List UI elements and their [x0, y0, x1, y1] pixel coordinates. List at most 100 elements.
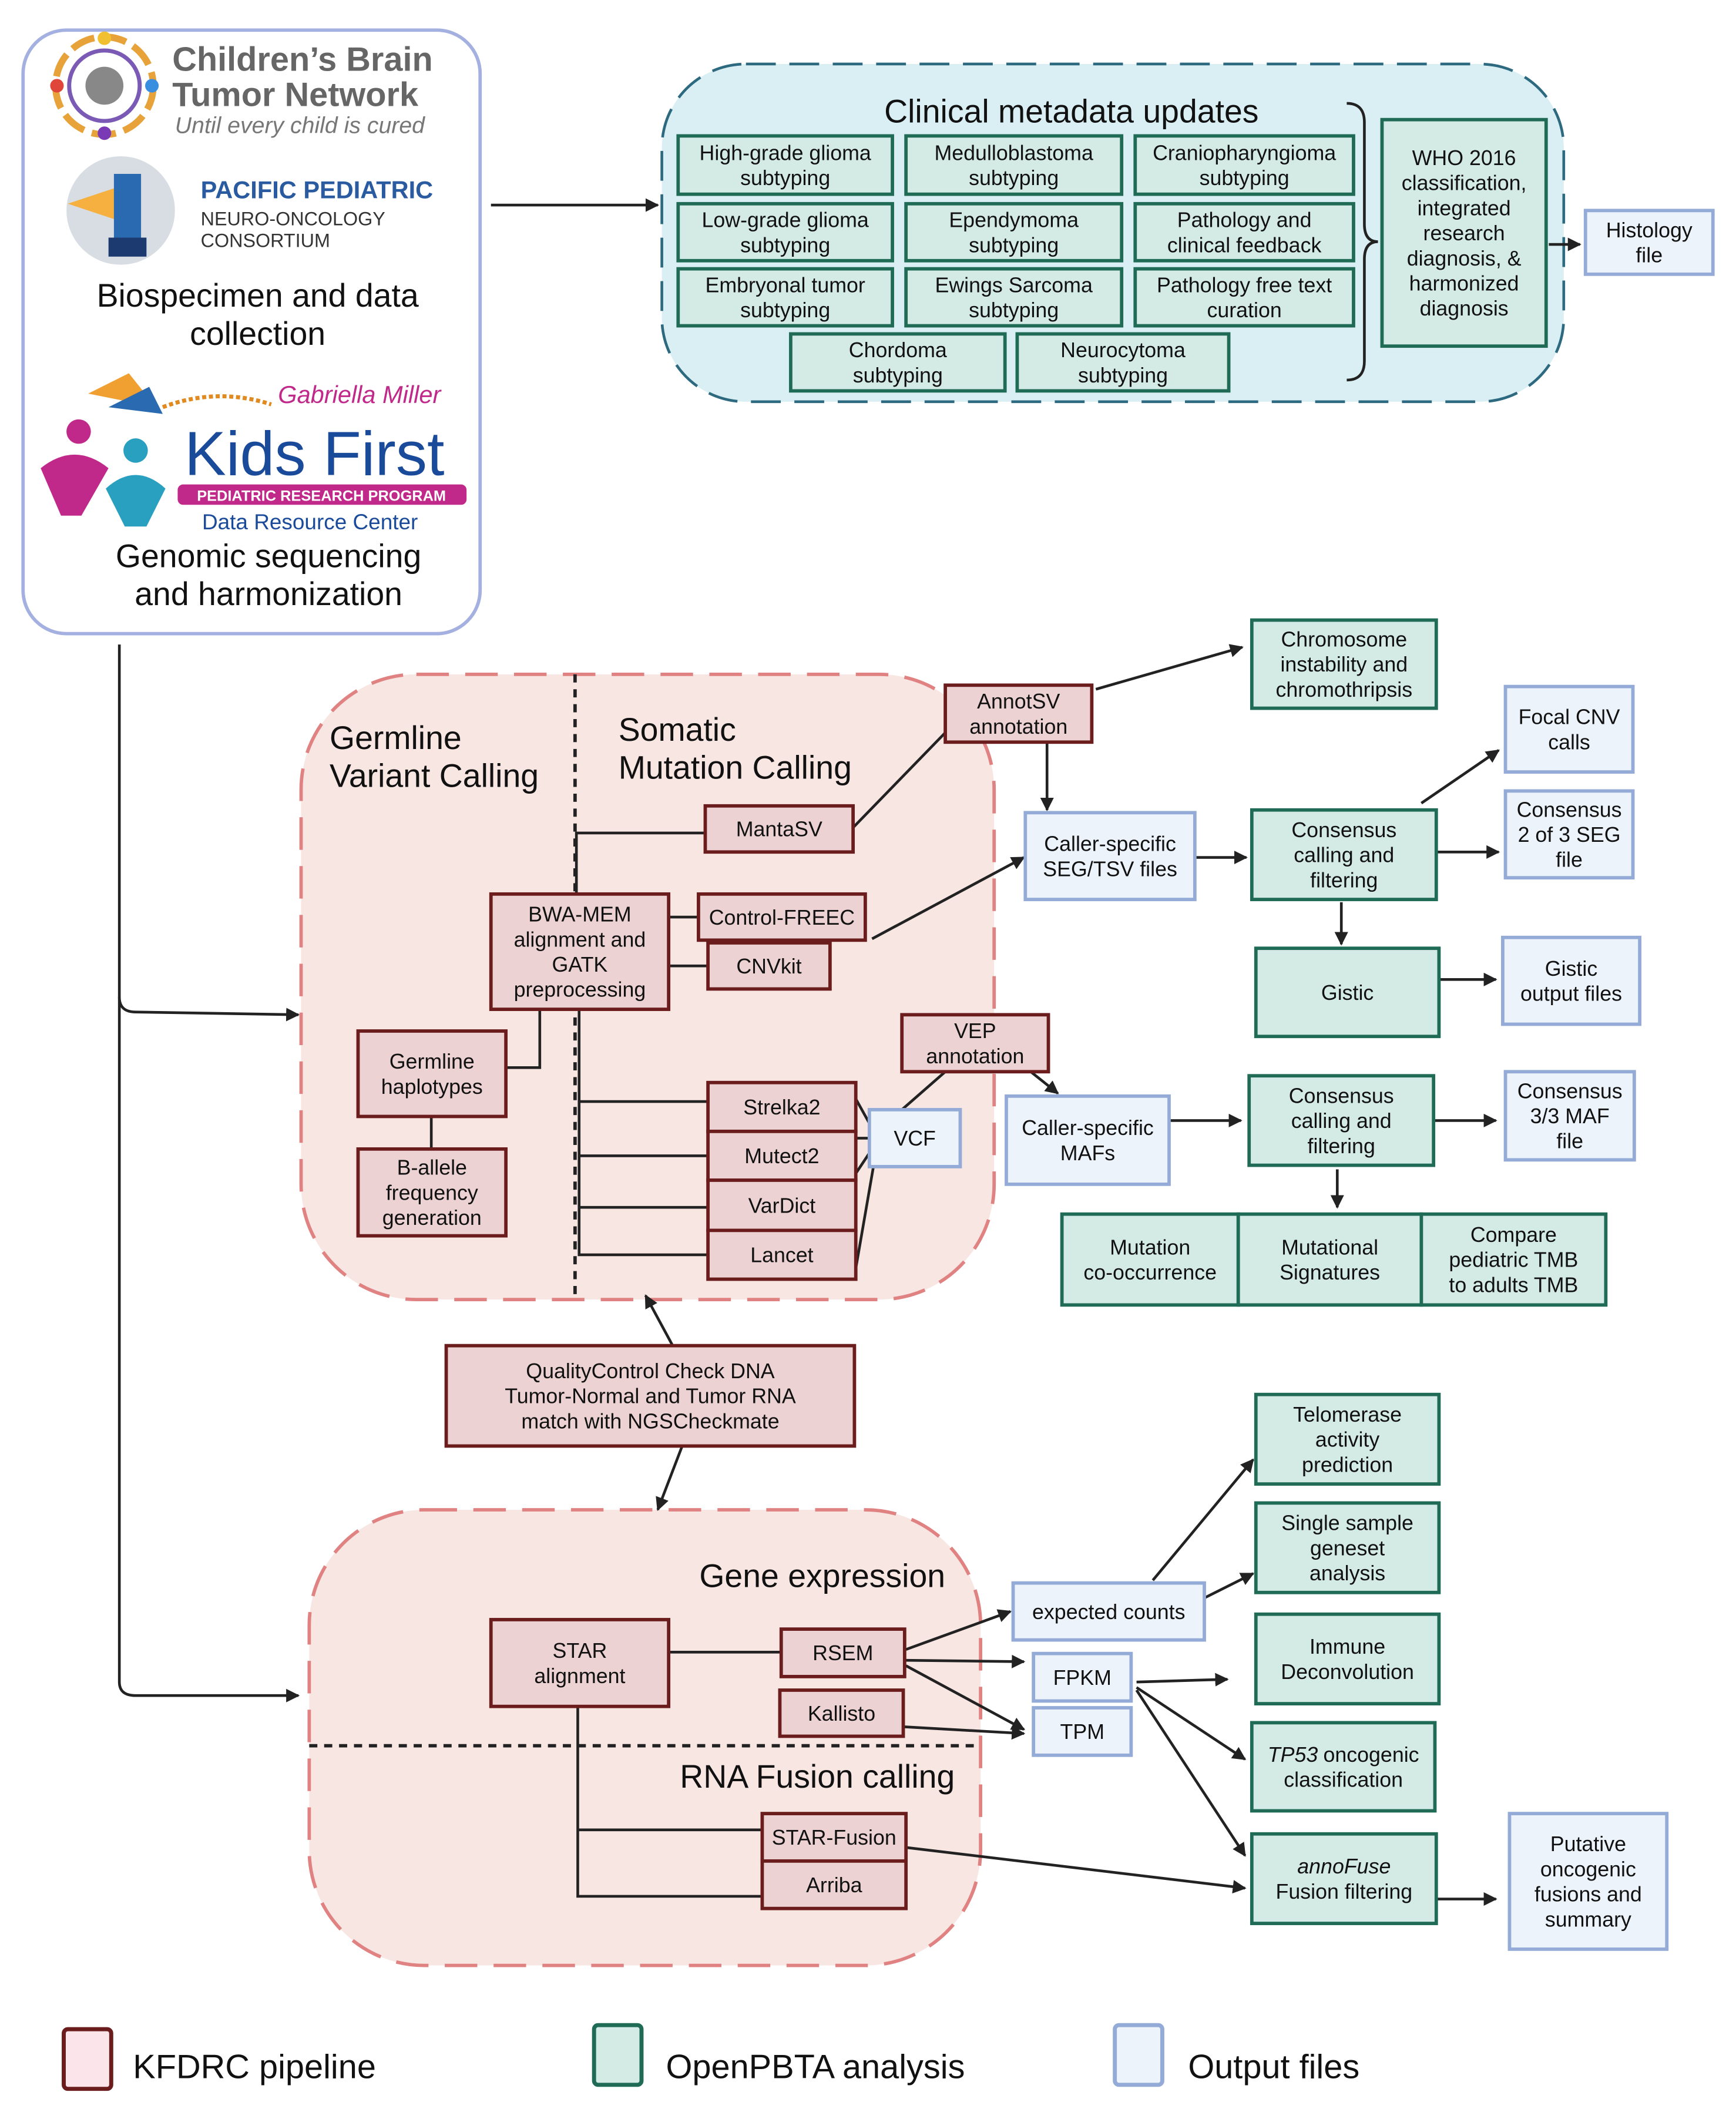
cooccurrence-box[interactable]: Mutationco-occurrence — [1060, 1212, 1240, 1307]
focal-cnv-box[interactable]: Focal CNVcalls — [1503, 684, 1635, 774]
box-label-line: Medulloblastoma — [934, 141, 1093, 164]
box-label-line: fusions and — [1534, 1883, 1642, 1906]
qc-box[interactable]: QualityControl Check DNATumor-Normal and… — [444, 1344, 857, 1448]
mutect2-box[interactable]: Mutect2 — [706, 1129, 858, 1182]
emb-box[interactable]: Embryonal tumorsubtyping — [676, 267, 894, 328]
box-label-line: B-allele — [397, 1156, 467, 1180]
starfusion-box[interactable]: STAR-Fusion — [760, 1812, 908, 1863]
legend-item-output: Output files — [1113, 2023, 1359, 2087]
controlfreec-box[interactable]: Control-FREEC — [697, 892, 867, 942]
tmb-box[interactable]: Comparepediatric TMBto adults TMB — [1419, 1212, 1608, 1307]
snv-consensus-box[interactable]: Consensuscalling andfiltering — [1247, 1074, 1436, 1167]
box-label-line: alignment and — [514, 928, 646, 951]
box-label-line: Chromosome — [1281, 628, 1407, 652]
sequencing-label-line1: Genomic sequencing — [116, 538, 421, 574]
who-box[interactable]: WHO 2016classification,integratedresearc… — [1380, 117, 1548, 348]
box-label-line: AnnotSV — [977, 690, 1060, 713]
arrow-connector — [1135, 1689, 1247, 1857]
tpm-box[interactable]: TPM — [1032, 1706, 1133, 1757]
rsem-box[interactable]: RSEM — [779, 1627, 906, 1678]
box-label-line: file — [1556, 848, 1583, 872]
ballele-box[interactable]: B-allelefrequencygeneration — [356, 1147, 508, 1238]
chromosome-box[interactable]: Chromosomeinstability andchromothripsis — [1250, 618, 1438, 710]
strelka2-box[interactable]: Strelka2 — [706, 1080, 858, 1133]
cbtn-name-line2: Tumor Network — [172, 76, 419, 114]
box-label-line: Compare — [1470, 1223, 1557, 1247]
italic-gene-name: annoFuse — [1297, 1855, 1391, 1878]
seg-files-box[interactable]: Caller-specificSEG/TSV files — [1023, 811, 1197, 901]
path-free-box[interactable]: Pathology free textcuration — [1133, 267, 1355, 328]
box-label-line: classification, — [1402, 172, 1527, 195]
box-label-line: classification — [1284, 1768, 1403, 1791]
cnvkit-box[interactable]: CNVkit — [706, 941, 832, 991]
fpkm-box[interactable]: FPKM — [1032, 1651, 1133, 1703]
collection-label-line1: Biospecimen and data — [97, 277, 419, 314]
cbtn-name-line1: Children’s Brain — [172, 41, 433, 79]
somatic-title-line1: Somatic — [619, 711, 736, 748]
expected-counts-box[interactable]: expected counts — [1011, 1581, 1206, 1642]
lgg-box[interactable]: Low-grade gliomasubtyping — [676, 202, 894, 263]
haplotypes-box[interactable]: Germlinehaplotypes — [356, 1029, 508, 1119]
box-label-line: to adults TMB — [1449, 1273, 1578, 1297]
mb-box[interactable]: Medulloblastomasubtyping — [904, 134, 1124, 196]
vardict-box[interactable]: VarDict — [706, 1178, 858, 1233]
telomerase-box[interactable]: Telomeraseactivityprediction — [1254, 1392, 1441, 1486]
box-label-line: output files — [1520, 982, 1622, 1006]
box-label-line: integrated — [1418, 196, 1511, 220]
box-label-line: diagnosis — [1420, 297, 1509, 320]
box-label-line: RSEM — [812, 1641, 873, 1665]
star-box[interactable]: STARalignment — [489, 1618, 671, 1708]
box-label-line: alignment — [534, 1664, 625, 1688]
box-label-line: Histology — [1606, 219, 1693, 242]
arriba-box[interactable]: Arriba — [760, 1859, 908, 1910]
histology-box[interactable]: Histologyfile — [1583, 209, 1715, 276]
box-label-line: Gistic — [1545, 957, 1597, 980]
epn-box[interactable]: Ependymomasubtyping — [904, 202, 1124, 263]
box-label-line: CNVkit — [736, 955, 801, 978]
immune-box[interactable]: ImmuneDeconvolution — [1254, 1612, 1441, 1705]
gistic-box[interactable]: Gistic — [1254, 946, 1441, 1039]
kallisto-box[interactable]: Kallisto — [778, 1688, 905, 1738]
box-label-line: STAR — [553, 1639, 607, 1663]
lancet-box[interactable]: Lancet — [706, 1228, 858, 1281]
box-label-line: Kallisto — [808, 1702, 875, 1725]
consensus-maf-box[interactable]: Consensus3/3 MAFfile — [1503, 1070, 1636, 1162]
box-label-line: VEP — [954, 1019, 996, 1043]
box-label-line: Lancet — [750, 1244, 813, 1267]
box-label-line: Mutect2 — [744, 1144, 819, 1168]
box-label-line: GATK — [552, 953, 608, 976]
somatic-title-line2: Mutation Calling — [619, 750, 852, 786]
box-label-line: Craniopharyngioma — [1153, 141, 1336, 164]
mafs-box[interactable]: Caller-specificMAFs — [1005, 1094, 1171, 1186]
box-label-line: Pathology free text — [1157, 273, 1332, 297]
kids-first-banner: PEDIATRIC RESEARCH PROGRAM — [197, 488, 446, 504]
box-label-line: FPKM — [1053, 1666, 1112, 1690]
box-label-line: harmonized — [1409, 272, 1519, 295]
arrow-connector — [1151, 1458, 1254, 1581]
signatures-box[interactable]: MutationalSignatures — [1236, 1212, 1423, 1307]
gistic-out-box[interactable]: Gisticoutput files — [1501, 935, 1641, 1026]
vcf-box[interactable]: VCF — [867, 1108, 962, 1168]
bwa-box[interactable]: BWA-MEMalignment andGATKpreprocessing — [489, 892, 671, 1011]
chordoma-box[interactable]: Chordomasubtyping — [789, 332, 1007, 393]
box-label-line: haplotypes — [381, 1075, 483, 1099]
box-label-line: chromothripsis — [1276, 678, 1413, 701]
putative-box[interactable]: Putativeoncogenicfusions andsummary — [1507, 1812, 1669, 1951]
germline-title-line1: Germline — [330, 720, 462, 756]
mantasv-box[interactable]: MantaSV — [703, 804, 855, 854]
collection-label-line2: collection — [190, 315, 325, 352]
cranio-box[interactable]: Craniopharyngiomasubtyping — [1133, 134, 1355, 196]
consensus-seg-box[interactable]: Consensus2 of 3 SEGfile — [1503, 789, 1635, 880]
annofuse-box[interactable]: annoFuseFusion filtering — [1250, 1832, 1438, 1925]
cnv-consensus-box[interactable]: Consensuscalling andfiltering — [1250, 808, 1438, 901]
annotsv-box[interactable]: AnnotSVannotation — [943, 683, 1094, 744]
box-label-line: prediction — [1302, 1453, 1393, 1476]
ewings-box[interactable]: Ewings Sarcomasubtyping — [904, 267, 1124, 328]
hgg-box[interactable]: High-grade gliomasubtyping — [676, 134, 894, 196]
vep-box[interactable]: VEPannotation — [900, 1013, 1050, 1074]
ssgsea-box[interactable]: Single samplegenesetanalysis — [1254, 1501, 1441, 1594]
tp53-box[interactable]: TP53 oncogenicclassification — [1250, 1721, 1437, 1813]
neurocytoma-box[interactable]: Neurocytomasubtyping — [1015, 332, 1231, 393]
path-feedback-box[interactable]: Pathology andclinical feedback — [1133, 202, 1355, 263]
box-label-line: subtyping — [969, 166, 1059, 190]
